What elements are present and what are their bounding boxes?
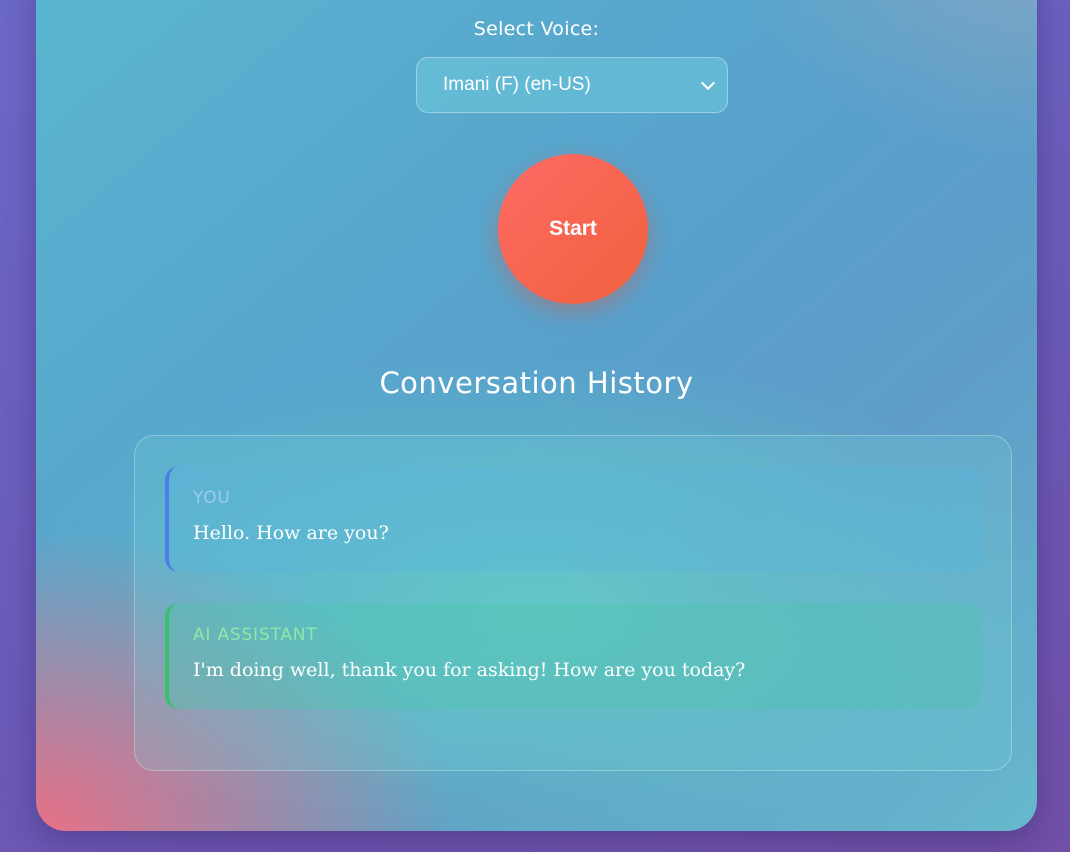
assistant-message: AI ASSISTANT I'm doing well, thank you f… [165, 603, 981, 709]
message-text-assistant: I'm doing well, thank you for asking! Ho… [193, 659, 746, 681]
user-message: YOU Hello. How are you? [165, 466, 981, 572]
conversation-history-title: Conversation History [379, 366, 694, 400]
chevron-down-icon [700, 75, 716, 90]
start-button[interactable]: Start [498, 154, 648, 304]
card-content: Select Voice: Imani (F) (en-US) Start Co… [36, 0, 1037, 831]
conversation-history-panel: YOU Hello. How are you? AI ASSISTANT I'm… [134, 435, 1012, 771]
voice-select-value: Imani (F) (en-US) [443, 74, 591, 95]
message-role-user: YOU [193, 488, 231, 508]
message-text-user: Hello. How are you? [193, 522, 389, 544]
message-role-assistant: AI ASSISTANT [193, 625, 318, 645]
voice-select-label: Select Voice: [473, 18, 600, 40]
voice-assistant-card: Select Voice: Imani (F) (en-US) Start Co… [36, 0, 1037, 831]
voice-select[interactable]: Imani (F) (en-US) [416, 57, 728, 113]
